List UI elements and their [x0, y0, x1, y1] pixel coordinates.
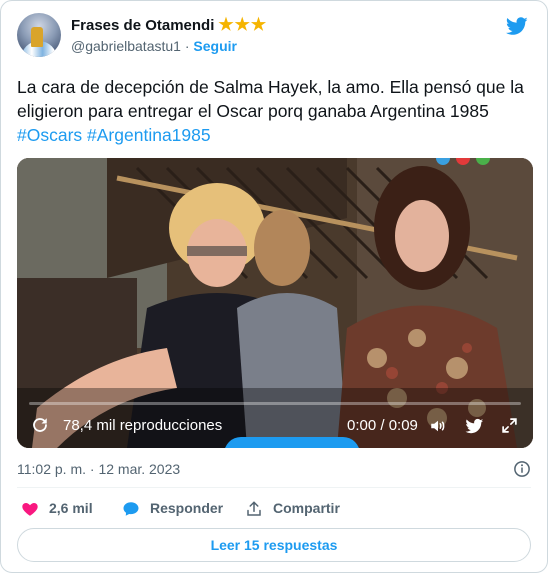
volume-icon[interactable] — [428, 417, 448, 435]
share-button[interactable]: Compartir — [245, 498, 340, 520]
tweet-body: La cara de decepción de Salma Hayek, la … — [17, 77, 524, 121]
reply-button[interactable]: Responder — [122, 498, 223, 520]
avatar[interactable] — [17, 13, 61, 57]
tweet-card: Frases de Otamendi ★★★ @gabrielbatastu1 ·… — [0, 0, 548, 573]
share-icon — [247, 501, 261, 517]
share-label: Compartir — [273, 500, 340, 516]
tweet-header: Frases de Otamendi ★★★ @gabrielbatastu1 ·… — [17, 13, 533, 61]
tweet-timestamp[interactable]: 11:02 p. m. · 12 mar. 2023 — [17, 459, 180, 479]
divider — [17, 487, 531, 488]
video-controls: 78,4 mil reproducciones 0:00 / 0:09 — [17, 402, 533, 448]
hashtag-argentina1985[interactable]: #Argentina1985 — [87, 125, 211, 145]
progress-bar[interactable] — [29, 402, 521, 405]
twitter-bird-icon[interactable] — [464, 417, 485, 435]
like-count: 2,6 mil — [49, 500, 93, 516]
tweet-text: La cara de decepción de Salma Hayek, la … — [17, 75, 532, 147]
video-time: 0:00 / 0:09 — [347, 417, 418, 434]
view-count: 78,4 mil reproducciones — [63, 417, 223, 434]
follow-button[interactable]: Seguir — [193, 38, 237, 54]
separator-dot: · — [184, 38, 190, 54]
fullscreen-icon[interactable] — [501, 417, 518, 434]
reply-label: Responder — [150, 500, 224, 516]
read-replies-button[interactable]: Leer 15 respuestas — [17, 528, 531, 562]
display-name[interactable]: Frases de Otamendi — [71, 17, 214, 34]
video-player[interactable]: Ver respuestas 78,4 mil reproducciones 0… — [17, 158, 533, 448]
twitter-bird-icon[interactable] — [505, 15, 529, 37]
hashtag-oscars[interactable]: #Oscars — [17, 125, 82, 145]
info-icon[interactable] — [513, 460, 531, 478]
like-button[interactable]: 2,6 mil — [21, 498, 93, 520]
handle[interactable]: @gabrielbatastu1 — [71, 38, 181, 54]
author-block: Frases de Otamendi ★★★ @gabrielbatastu1 ·… — [71, 15, 267, 56]
star-emoji-icon: ★★★ — [218, 15, 268, 34]
replay-icon[interactable] — [31, 416, 49, 434]
heart-icon — [22, 503, 38, 517]
speech-bubble-icon — [123, 502, 139, 517]
